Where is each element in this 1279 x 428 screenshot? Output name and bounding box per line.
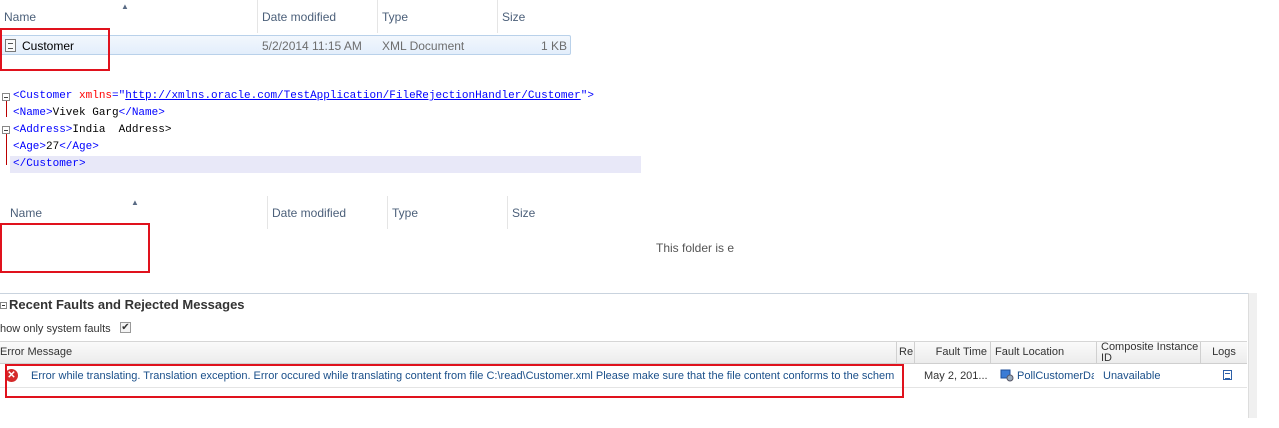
vertical-scrollbar[interactable]	[1248, 293, 1257, 418]
file-size: 1 KB	[540, 39, 567, 53]
composite-instance-id-value: Unavailable	[1103, 370, 1161, 382]
sort-up-icon: ▲	[121, 2, 129, 11]
collapse-icon[interactable]	[2, 93, 10, 101]
panel-divider	[0, 293, 1255, 294]
column-name-label: Name	[10, 205, 43, 220]
column-date-label: Date modified	[272, 205, 347, 220]
column-header-date[interactable]: Date modified	[258, 0, 378, 33]
column-date-label: Date modified	[262, 9, 337, 24]
column-logs[interactable]: Logs	[1200, 342, 1247, 363]
column-header-type[interactable]: Type	[388, 196, 508, 229]
faults-table-header: Error Message Re Fault Time Fault Locati…	[0, 341, 1247, 364]
system-faults-checkbox[interactable]: ✔	[120, 322, 131, 333]
panel-title: Recent Faults and Rejected Messages	[9, 297, 245, 312]
namespace-link[interactable]: http://xmlns.oracle.com/TestApplication/…	[125, 90, 580, 102]
column-name-label: Name	[4, 9, 37, 24]
column-header-size[interactable]: Size	[508, 196, 733, 229]
column-type-label: Type	[392, 205, 419, 220]
fault-time-value: May 2, 201...	[924, 370, 988, 382]
service-icon	[1000, 369, 1014, 382]
fault-location-link[interactable]: PollCustomerDa	[1017, 364, 1094, 388]
column-composite-instance-id[interactable]: Composite Instance ID	[1096, 342, 1200, 364]
file-date: 5/2/2014 11:15 AM	[262, 39, 362, 53]
annotation-box-file	[0, 28, 110, 71]
file-type: XML Document	[382, 39, 465, 53]
annotation-box-empty	[0, 223, 150, 273]
xml-line-3: <Address>India Address>	[13, 124, 172, 136]
annotation-box-error	[5, 364, 904, 398]
column-header-type[interactable]: Type	[378, 0, 498, 33]
column-error-message[interactable]: Error Message	[0, 342, 896, 363]
collapse-icon[interactable]	[2, 126, 10, 134]
log-icon[interactable]	[1223, 370, 1232, 380]
empty-folder-message: This folder is e	[656, 241, 735, 255]
column-size-label: Size	[502, 9, 526, 24]
column-header-date[interactable]: Date modified	[268, 196, 388, 229]
column-header-size[interactable]: Size	[498, 0, 655, 33]
explorer-bottom-panel: Name ▲ Date modified Type Size This fold…	[0, 196, 735, 293]
column-re[interactable]: Re	[896, 342, 914, 363]
collapse-icon[interactable]	[0, 302, 7, 309]
column-fault-location[interactable]: Fault Location	[990, 342, 1096, 363]
xml-line-1: <Customer xmlns="http://xmlns.oracle.com…	[13, 90, 594, 102]
sort-up-icon: ▲	[131, 198, 139, 207]
tree-guide	[6, 134, 7, 165]
current-line-highlight	[10, 156, 641, 173]
xml-line-5: </Customer>	[13, 158, 86, 170]
faults-panel: Recent Faults and Rejected Messages how …	[0, 293, 1279, 428]
system-faults-filter-label: how only system faults	[0, 323, 111, 335]
xml-line-2: <Name>Vivek Garg</Name>	[13, 107, 165, 119]
xml-viewer: <Customer xmlns="http://xmlns.oracle.com…	[0, 85, 655, 195]
column-size-label: Size	[512, 205, 536, 220]
column-type-label: Type	[382, 9, 409, 24]
column-fault-time[interactable]: Fault Time	[914, 342, 990, 363]
xml-line-4: <Age>27</Age>	[13, 141, 99, 153]
tree-guide	[6, 101, 7, 117]
explorer-top-panel: Name ▲ Date modified Type Size Customer …	[0, 0, 655, 85]
